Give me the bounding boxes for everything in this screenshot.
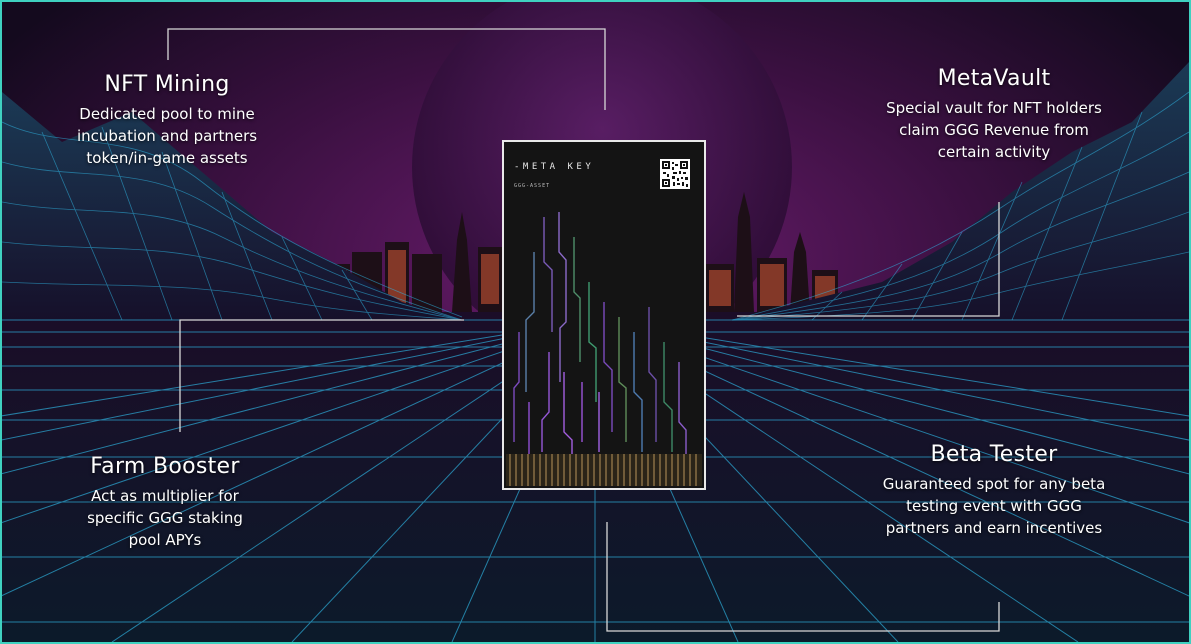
feature-farm-booster: Farm Booster Act as multiplier for speci… — [40, 454, 290, 551]
feature-beta-tester: Beta Tester Guaranteed spot for any beta… — [834, 442, 1154, 539]
feature-metavault: MetaVault Special vault for NFT holders … — [844, 66, 1144, 163]
feature-description-farm-booster: Act as multiplier for specific GGG staki… — [87, 487, 243, 549]
qr-code-icon — [660, 159, 690, 189]
card-subtitle: GGG-ASSET — [514, 183, 551, 189]
feature-nft-mining: NFT Mining Dedicated pool to mine incuba… — [32, 72, 302, 169]
meta-key-nft-card: -META KEY GGG-ASSET — [502, 140, 706, 490]
feature-title-farm-booster: Farm Booster — [90, 454, 240, 479]
trace-fringe — [506, 454, 702, 486]
feature-description-metavault: Special vault for NFT holders claim GGG … — [886, 99, 1102, 161]
card-artwork — [504, 142, 704, 488]
feature-description-nft-mining: Dedicated pool to mine incubation and pa… — [76, 105, 258, 167]
feature-title-beta-tester: Beta Tester — [930, 442, 1058, 467]
nft-utility-showcase: NFT Mining Dedicated pool to mine incuba… — [0, 0, 1191, 644]
feature-title-metavault: MetaVault — [937, 66, 1051, 91]
feature-title-nft-mining: NFT Mining — [104, 72, 230, 97]
feature-description-beta-tester: Guaranteed spot for any beta testing eve… — [882, 475, 1106, 537]
card-title: -META KEY — [514, 162, 595, 172]
